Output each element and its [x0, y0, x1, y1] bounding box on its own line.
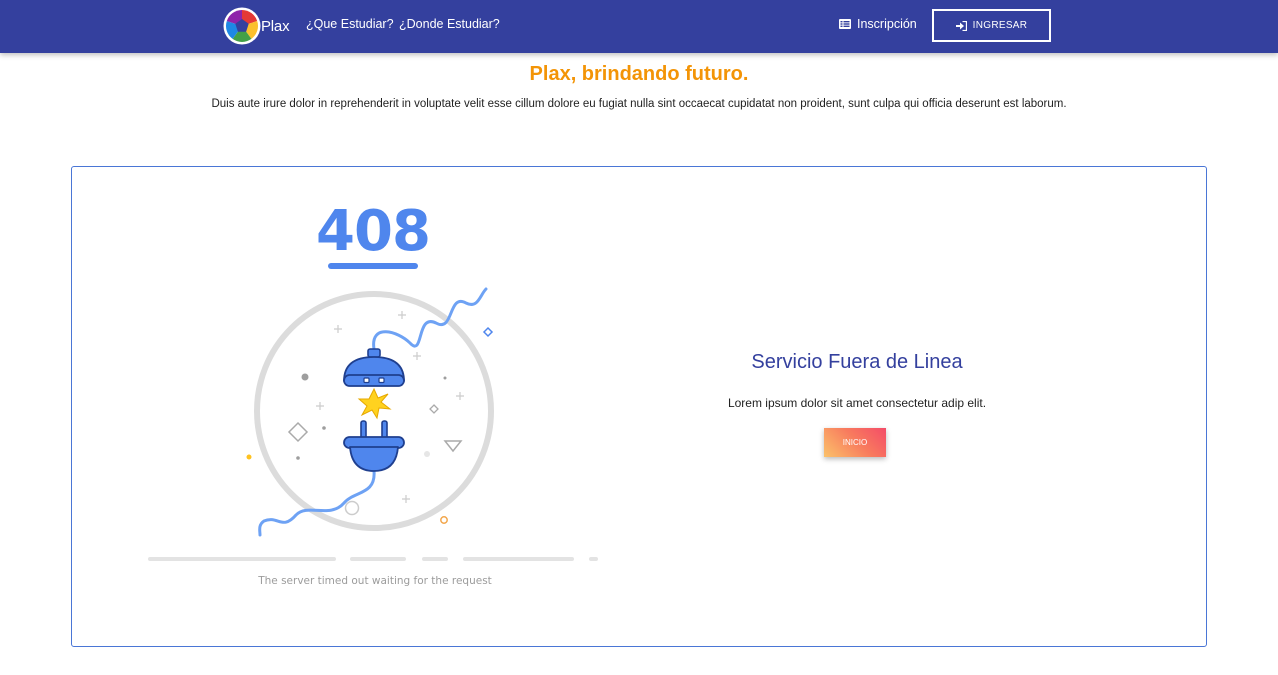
nav-link-inscripcion[interactable]: Inscripción: [839, 17, 917, 31]
dot-decor: [443, 376, 447, 380]
brand-link[interactable]: Plax: [223, 7, 290, 45]
dot-decor: [296, 456, 300, 460]
code-underline: [328, 263, 418, 269]
unplugged-plug-illustration: 408 The server timed out waiting for the…: [148, 203, 598, 587]
ring-decor: [344, 500, 360, 516]
inscripcion-label: Inscripción: [857, 17, 917, 31]
error-heading: Servicio Fuera de Linea: [751, 351, 963, 373]
ingresar-label: INGRESAR: [972, 20, 1028, 31]
nav-link-donde-estudiar[interactable]: ¿Donde Estudiar?: [399, 17, 500, 31]
sign-in-icon: [955, 20, 967, 31]
dot-decor: [322, 426, 326, 430]
brand-name: Plax: [261, 17, 290, 35]
diamond-decor: [429, 404, 439, 414]
dot-decor: [424, 451, 430, 457]
navbar: Plax ¿Que Estudiar? ¿Donde Estudiar? Ins…: [0, 0, 1278, 53]
hero-text: Duis aute irure dolor in reprehenderit i…: [211, 98, 1067, 110]
list-icon: [839, 19, 851, 29]
ingresar-button[interactable]: INGRESAR: [932, 9, 1051, 42]
nav-link-que-estudiar[interactable]: ¿Que Estudiar?: [306, 17, 394, 31]
triangle-decor: [443, 440, 463, 453]
plax-logo-icon: [223, 7, 261, 45]
diamond-decor: [287, 421, 309, 443]
plug-icon: [343, 420, 405, 472]
inicio-button[interactable]: INICIO: [824, 428, 886, 457]
error-message: Lorem ipsum dolor sit amet consectetur a…: [727, 396, 987, 410]
diamond-decor: [482, 326, 494, 338]
sparkle-decor: [316, 311, 464, 503]
error-code: 408: [316, 203, 430, 264]
error-card: 408 The server timed out waiting for the…: [71, 166, 1207, 647]
ring-decor: [440, 516, 448, 524]
hero-title: Plax, brindando futuro.: [529, 63, 749, 85]
dot-decor: [246, 454, 252, 460]
spark-icon: [357, 387, 392, 420]
error-caption: The server timed out waiting for the req…: [257, 575, 492, 587]
socket-icon: [343, 348, 405, 387]
dot-decor: [301, 373, 309, 381]
